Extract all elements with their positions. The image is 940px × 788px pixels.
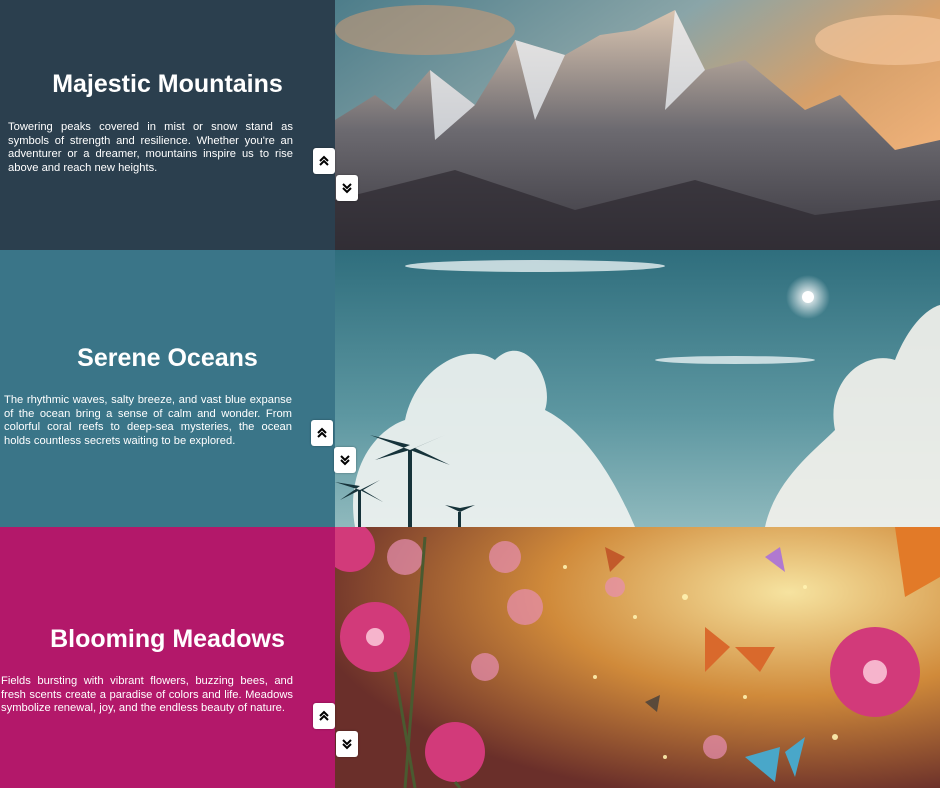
oceans-description: The rhythmic waves, salty breeze, and va… bbox=[4, 394, 292, 447]
ocean-sky-image bbox=[335, 250, 940, 527]
section-1-down-button[interactable] bbox=[336, 175, 358, 201]
section-oceans: Serene Oceans The rhythmic waves, salty … bbox=[0, 250, 940, 527]
meadows-image bbox=[335, 527, 940, 788]
section-mountains: Majestic Mountains Towering peaks covere… bbox=[0, 0, 940, 250]
oceans-image bbox=[335, 250, 940, 527]
mountains-image bbox=[335, 0, 940, 250]
meadows-description: Fields bursting with vibrant flowers, bu… bbox=[1, 675, 293, 714]
mountain-landscape-image bbox=[335, 0, 940, 250]
section-3-down-button[interactable] bbox=[336, 731, 358, 757]
chevrons-down-icon bbox=[340, 455, 350, 466]
chevrons-up-icon bbox=[319, 155, 329, 166]
section-2-up-button[interactable] bbox=[311, 420, 333, 446]
chevrons-down-icon bbox=[342, 739, 352, 750]
chevrons-up-icon bbox=[319, 710, 329, 721]
section-meadows: Blooming Meadows Fields bursting with vi… bbox=[0, 527, 940, 788]
mountains-text-panel: Majestic Mountains Towering peaks covere… bbox=[0, 0, 335, 250]
meadow-flowers-image bbox=[335, 527, 940, 788]
mountains-description: Towering peaks covered in mist or snow s… bbox=[8, 121, 293, 174]
oceans-text-panel: Serene Oceans The rhythmic waves, salty … bbox=[0, 250, 335, 527]
section-3-up-button[interactable] bbox=[313, 703, 335, 729]
chevrons-down-icon bbox=[342, 183, 352, 194]
meadows-text-panel: Blooming Meadows Fields bursting with vi… bbox=[0, 527, 335, 788]
mountains-title: Majestic Mountains bbox=[52, 70, 283, 98]
meadows-title: Blooming Meadows bbox=[50, 625, 285, 653]
oceans-title: Serene Oceans bbox=[77, 344, 258, 372]
section-2-down-button[interactable] bbox=[334, 447, 356, 473]
chevrons-up-icon bbox=[317, 427, 327, 438]
section-1-up-button[interactable] bbox=[313, 148, 335, 174]
